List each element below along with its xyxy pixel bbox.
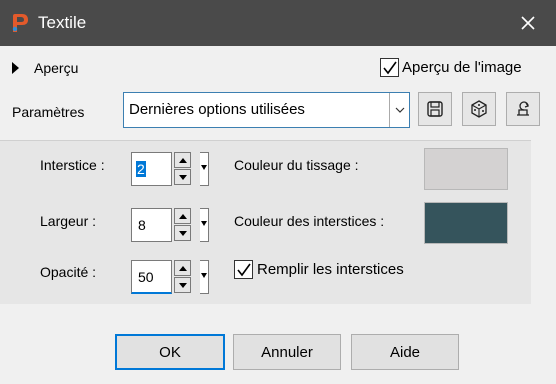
preview-expander-label[interactable]: Aperçu	[34, 60, 78, 76]
opacity-increment-button[interactable]	[174, 260, 191, 276]
gap-input[interactable]: 2	[131, 152, 172, 186]
fill-gaps-checkbox[interactable]	[234, 260, 253, 279]
save-preset-button[interactable]	[418, 92, 452, 126]
arrow-up-icon	[178, 213, 187, 219]
opacity-label: Opacité :	[40, 264, 97, 280]
gap-increment-button[interactable]	[174, 152, 191, 168]
arrow-down-icon	[178, 174, 187, 180]
fill-gaps-label[interactable]: Remplir les interstices	[257, 261, 404, 278]
width-input[interactable]: 8	[131, 208, 172, 242]
image-preview-label[interactable]: Aperçu de l'image	[402, 59, 522, 76]
randomize-button[interactable]	[462, 92, 496, 126]
opacity-input[interactable]: 50	[131, 260, 172, 294]
width-value: 8	[138, 217, 146, 233]
image-preview-checkbox[interactable]	[380, 58, 399, 77]
title-bar: Textile	[0, 0, 556, 46]
opacity-decrement-button[interactable]	[174, 277, 191, 293]
close-button[interactable]	[500, 0, 556, 46]
width-increment-button[interactable]	[174, 208, 191, 224]
arrow-down-icon	[178, 230, 187, 236]
help-button[interactable]: Aide	[351, 334, 459, 370]
presets-selected-value: Dernières options utilisées	[129, 101, 305, 118]
app-logo-icon	[9, 12, 31, 34]
arrow-up-icon	[178, 265, 187, 271]
close-icon	[521, 16, 535, 30]
gap-slider-dropdown[interactable]	[200, 152, 209, 186]
opacity-slider-dropdown[interactable]	[200, 260, 209, 294]
gap-decrement-button[interactable]	[174, 169, 191, 185]
weave-color-swatch[interactable]	[424, 148, 508, 190]
floppy-disk-icon	[427, 101, 443, 117]
width-decrement-button[interactable]	[174, 225, 191, 241]
checkmark-icon	[237, 263, 251, 277]
gap-color-swatch[interactable]	[424, 202, 508, 244]
reset-defaults-button[interactable]	[506, 92, 540, 126]
presets-dropdown[interactable]: Dernières options utilisées	[123, 92, 410, 128]
presets-label: Paramètres	[12, 104, 85, 120]
cancel-button[interactable]: Annuler	[233, 334, 341, 370]
gap-color-label: Couleur des interstices :	[234, 213, 385, 229]
gap-label: Interstice :	[40, 157, 105, 173]
arrow-down-icon	[178, 282, 187, 288]
reset-icon	[517, 101, 529, 116]
weave-color-label: Couleur du tissage :	[234, 157, 359, 173]
opacity-value: 50	[138, 269, 154, 285]
gap-value: 2	[136, 161, 146, 177]
textile-dialog: Textile Aperçu Aperçu de l'image Paramèt…	[0, 0, 556, 384]
ok-button[interactable]: OK	[115, 334, 225, 370]
expand-arrow-icon[interactable]	[12, 62, 19, 74]
dice-icon	[471, 100, 487, 118]
width-slider-dropdown[interactable]	[200, 208, 209, 242]
width-label: Largeur :	[40, 213, 97, 229]
window-title: Textile	[38, 13, 87, 32]
arrow-up-icon	[178, 157, 187, 163]
chevron-down-icon[interactable]	[389, 93, 409, 127]
checkmark-icon	[383, 61, 397, 75]
